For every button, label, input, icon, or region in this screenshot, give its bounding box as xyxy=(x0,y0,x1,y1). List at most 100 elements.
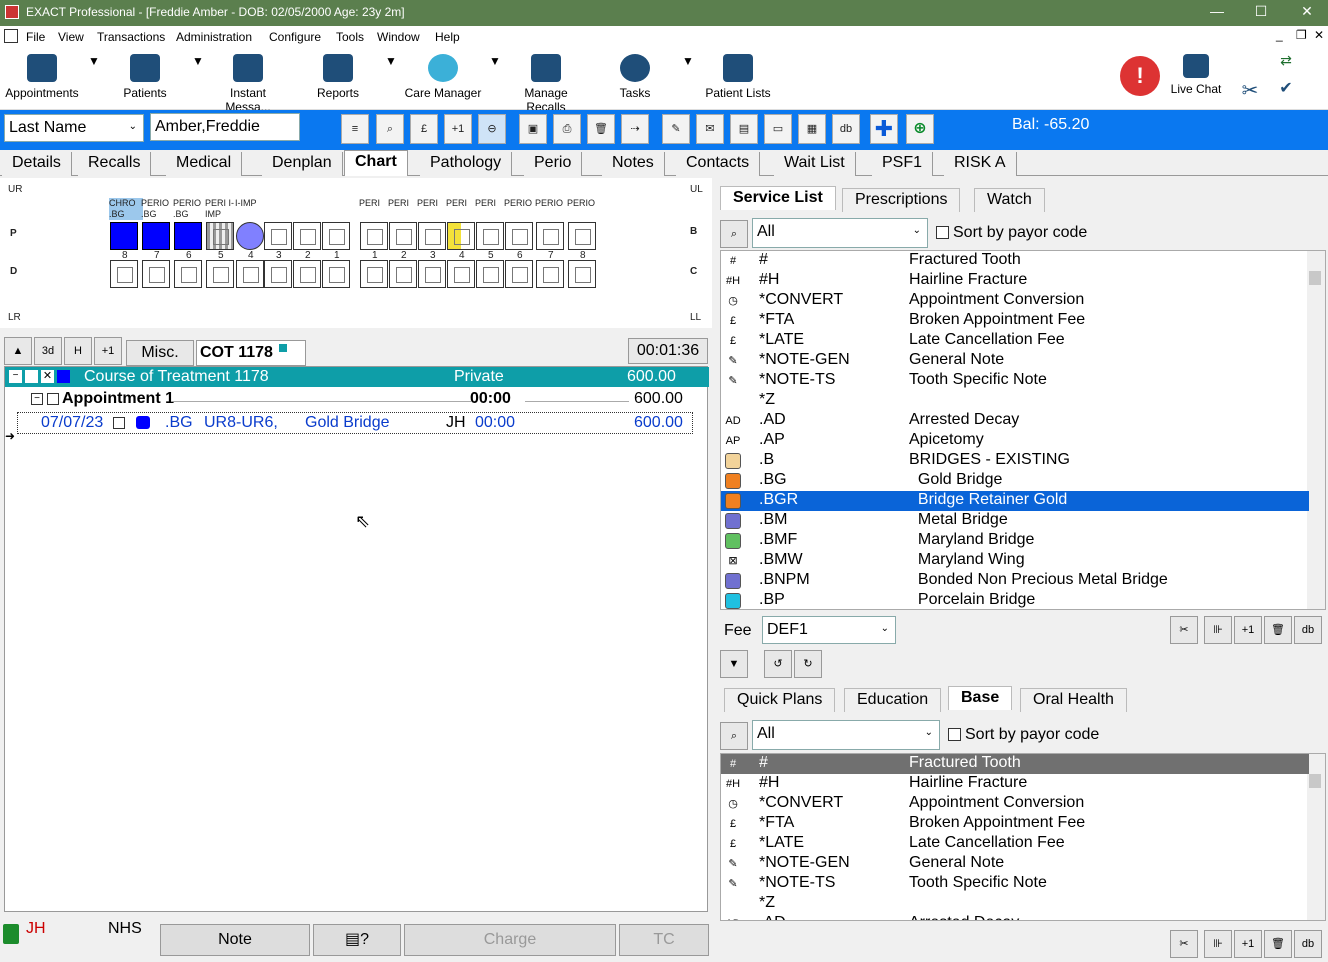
tooth-upper-ul-7[interactable] xyxy=(536,222,564,250)
menu-tools[interactable]: Tools xyxy=(336,30,364,44)
menu-window[interactable]: Window xyxy=(377,30,420,44)
tasks-button[interactable]: Tasks xyxy=(617,54,653,100)
tooth-upper-ur-6[interactable] xyxy=(174,222,202,250)
misc-tab[interactable]: Misc. xyxy=(126,340,194,366)
close-button[interactable]: ✕ xyxy=(1292,3,1322,23)
tab-prescriptions[interactable]: Prescriptions xyxy=(842,188,961,212)
tooth-upper-ur-1[interactable] xyxy=(322,222,350,250)
tooth-upper-ul-1[interactable] xyxy=(360,222,388,250)
cancel-checkbox[interactable]: ✕ xyxy=(41,370,54,383)
plus-one-button[interactable]: +1 xyxy=(1234,616,1262,644)
tab-chart[interactable]: Chart xyxy=(344,150,408,176)
tab-details[interactable]: Details xyxy=(2,152,72,176)
bin-icon[interactable] xyxy=(3,924,19,944)
tab-medical[interactable]: Medical xyxy=(166,152,243,176)
tooth-upper-ur-7[interactable] xyxy=(142,222,170,250)
list-item[interactable]: .BNPM Bonded Non Precious Metal Bridge xyxy=(721,571,1309,591)
appointments-button[interactable]: Appointments xyxy=(2,54,82,100)
scrollbar[interactable] xyxy=(1307,754,1325,920)
tab-psf1[interactable]: PSF1 xyxy=(872,152,934,176)
list-item[interactable]: .B BRIDGES - EXISTING xyxy=(721,451,1309,471)
sort-by-payor-checkbox[interactable]: Sort by payor code xyxy=(936,224,1087,242)
tab-oral-health[interactable]: Oral Health xyxy=(1020,688,1127,712)
tooth-upper-ul-5[interactable] xyxy=(476,222,504,250)
menu-administration[interactable]: Administration xyxy=(176,30,252,44)
note-help-button[interactable]: ▤? xyxy=(313,924,401,956)
tooth-upper-ur-4[interactable] xyxy=(236,222,264,250)
scrollbar[interactable] xyxy=(1307,251,1325,609)
tooth-lower-lr-5[interactable] xyxy=(206,260,234,288)
tooth-lower-lr-3[interactable] xyxy=(264,260,292,288)
3d-button[interactable]: 3d xyxy=(34,337,62,365)
plus-one-button[interactable]: +1 xyxy=(444,114,472,144)
medical-cross-icon[interactable]: ✚ xyxy=(870,114,898,144)
menu-configure[interactable]: Configure xyxy=(269,30,321,44)
tab-denplan[interactable]: Denplan xyxy=(262,152,343,176)
search-icon[interactable]: ⌕ xyxy=(720,220,748,248)
search-icon[interactable]: ⌕ xyxy=(376,114,404,144)
tooth-lower-lr-8[interactable] xyxy=(110,260,138,288)
list-item[interactable]: ✎ *NOTE-TS Tooth Specific Note xyxy=(721,874,1309,894)
charge-button[interactable]: Charge xyxy=(404,924,616,956)
alert-icon[interactable]: ! xyxy=(1120,56,1160,96)
checkbox[interactable] xyxy=(47,393,59,405)
list-item[interactable]: *Z xyxy=(721,391,1309,411)
list-item[interactable]: £ *LATE Late Cancellation Fee xyxy=(721,834,1309,854)
checkbox[interactable] xyxy=(113,417,125,429)
trash-icon[interactable]: 🗑 xyxy=(1264,930,1292,958)
redo-icon[interactable]: ↻ xyxy=(794,650,822,678)
menu-file[interactable]: File xyxy=(26,30,45,44)
treatment-item-row[interactable]: 07/07/23 .BG UR8-UR6, Gold Bridge JH 00:… xyxy=(17,412,693,434)
maximize-button[interactable]: ☐ xyxy=(1246,3,1276,23)
list-item[interactable]: # # Fractured Tooth xyxy=(721,251,1309,271)
tooth-lower-ll-2[interactable] xyxy=(389,260,417,288)
list-item[interactable]: £ *FTA Broken Appointment Fee xyxy=(721,814,1309,834)
tasks-dropdown[interactable]: ▼ xyxy=(682,54,694,68)
checkbox[interactable] xyxy=(25,370,38,383)
tooth-lower-lr-7[interactable] xyxy=(142,260,170,288)
course-of-treatment-row[interactable]: − ✕ Course of Treatment 1178 Private 600… xyxy=(5,367,709,387)
menu-help[interactable]: Help xyxy=(435,30,460,44)
patient-search-input[interactable]: Amber,Freddie xyxy=(150,113,300,141)
tab-risk-a[interactable]: RISK A xyxy=(944,152,1017,176)
dental-chart[interactable]: UR UL LR LL P D B C CHRO .BG 8 PERIO .BG 7 P… xyxy=(0,178,712,328)
menu-view[interactable]: View xyxy=(58,30,84,44)
tooth-lower-ll-8[interactable] xyxy=(568,260,596,288)
list-item[interactable]: AP .AP Apicetomy xyxy=(721,431,1309,451)
service-filter-select[interactable]: All ⌄ xyxy=(752,218,928,248)
plus-one-button[interactable]: +1 xyxy=(1234,930,1262,958)
collapse-icon[interactable]: − xyxy=(9,370,22,383)
list-item[interactable]: AD .AD Arrested Decay xyxy=(721,411,1309,431)
up-arrow-icon[interactable]: ▲ xyxy=(4,337,32,365)
tooth-lower-lr-6[interactable] xyxy=(174,260,202,288)
add-green-icon[interactable]: ⊕ xyxy=(906,114,934,144)
merge-icon[interactable]: ⇢ xyxy=(621,114,649,144)
tooth-lower-lr-4[interactable] xyxy=(236,260,264,288)
tooth-lower-ll-7[interactable] xyxy=(536,260,564,288)
tc-button[interactable]: TC xyxy=(619,924,709,956)
list-item[interactable]: .BP Porcelain Bridge xyxy=(721,591,1309,609)
reports-dropdown[interactable]: ▼ xyxy=(385,54,397,68)
search-icon[interactable]: ⌕ xyxy=(720,722,748,750)
patients-button[interactable]: Patients xyxy=(118,54,172,100)
tooth-upper-ul-6[interactable] xyxy=(505,222,533,250)
fee-scale-select[interactable]: DEF1 ⌄ xyxy=(762,616,896,644)
list-item[interactable]: ◷ *CONVERT Appointment Conversion xyxy=(721,291,1309,311)
tab-recalls[interactable]: Recalls xyxy=(78,152,152,176)
database-button[interactable]: db xyxy=(832,114,860,144)
trash-icon[interactable]: 🗑 xyxy=(587,114,615,144)
tooth-lower-ll-6[interactable] xyxy=(505,260,533,288)
tab-quick-plans[interactable]: Quick Plans xyxy=(724,688,836,712)
instant-messages-button[interactable]: Instant Messa... xyxy=(206,54,290,114)
patient-lists-button[interactable]: Patient Lists xyxy=(704,54,772,100)
list-item[interactable]: ✎ *NOTE-GEN General Note xyxy=(721,351,1309,371)
list-item[interactable]: ◷ *CONVERT Appointment Conversion xyxy=(721,794,1309,814)
tooth-upper-ul-2[interactable] xyxy=(389,222,417,250)
search-field-select[interactable]: Last Name ⌄ xyxy=(4,114,144,142)
save-icon[interactable]: ▣ xyxy=(519,114,547,144)
undo-icon[interactable]: ↺ xyxy=(764,650,792,678)
reports-button[interactable]: Reports xyxy=(312,54,364,100)
list-item[interactable]: #H #H Hairline Fracture xyxy=(721,271,1309,291)
print-icon[interactable]: ⎙ xyxy=(553,114,581,144)
tooth-upper-ul-3[interactable] xyxy=(418,222,446,250)
